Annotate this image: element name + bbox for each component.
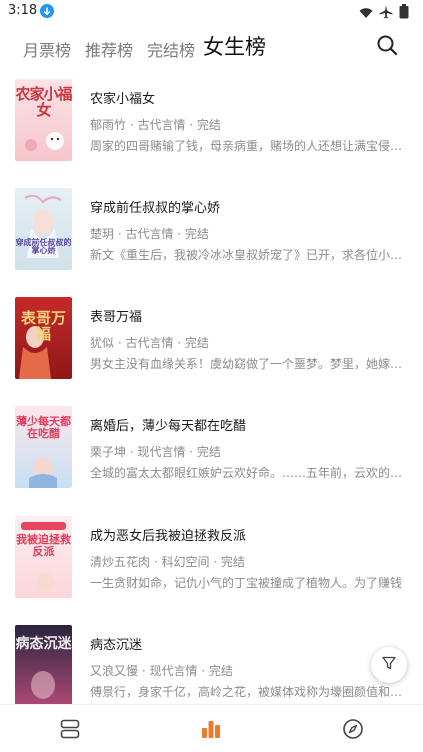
filter-icon — [381, 655, 397, 675]
status-icons — [359, 4, 409, 23]
compass-icon[interactable] — [341, 717, 365, 741]
book-title: 表哥万福 — [90, 310, 143, 325]
book-title: 病态沉迷 — [90, 638, 143, 653]
book-item[interactable]: 病态沉迷 病态沉迷 又浪又慢 · 现代言情 · 完结 傅景行，身家千亿，高岭之花… — [0, 625, 423, 709]
book-title: 离婚后，薄少每天都在吃醋 — [90, 419, 247, 434]
book-cover: 我被迫拯救反派 — [15, 516, 72, 598]
cover-text: 农家小福女 — [15, 85, 72, 119]
cover-text: 薄少每天都在吃醋 — [16, 415, 71, 440]
book-item[interactable]: 我被迫拯救反派 成为恶女后我被迫拯救反派 清炒五花肉 · 科幻空间 · 完结 一… — [0, 516, 423, 600]
book-item[interactable]: 表哥万福 表哥万福 犹似 · 古代言情 · 完结 男女主没有血缘关系！虞幼窈做了… — [0, 297, 423, 381]
battery-icon — [399, 4, 409, 23]
filter-button[interactable] — [371, 647, 407, 683]
book-title: 成为恶女后我被迫拯救反派 — [90, 529, 247, 544]
cover-text: 穿成前任叔叔的掌心娇 — [15, 237, 72, 256]
book-description: 新文《重生后，我被冷冰冰皇叔娇宠了》已开，求各位小可爱收藏 — [90, 248, 408, 262]
tab-monthly-ticket[interactable]: 月票榜 — [23, 37, 71, 61]
tab-female[interactable]: 女生榜 — [203, 31, 266, 61]
bottom-nav — [0, 704, 423, 752]
book-meta: 郁雨竹 · 古代言情 · 完结 — [90, 118, 221, 132]
book-meta: 楚玥 · 古代言情 · 完结 — [90, 227, 209, 241]
cover-text: 我被迫拯救反派 — [16, 533, 71, 558]
ranking-tabs: 月票榜 推荐榜 完结榜 女生榜 — [0, 30, 423, 64]
book-item[interactable]: 穿成前任叔叔的掌心娇 穿成前任叔叔的掌心娇 楚玥 · 古代言情 · 完结 新文《… — [0, 188, 423, 272]
tab-completed[interactable]: 完结榜 — [147, 37, 195, 61]
airplane-icon — [379, 4, 393, 23]
book-meta: 犹似 · 古代言情 · 完结 — [90, 336, 209, 350]
ranking-icon[interactable] — [199, 717, 223, 741]
download-icon — [40, 4, 54, 18]
book-description: 傅景行，身家千亿，高岭之花，被媒体戏称为壕圈颜值和人品 — [90, 685, 408, 699]
status-time: 3:18 — [8, 3, 38, 18]
cover-text: 病态沉迷 — [15, 636, 72, 652]
book-cover: 薄少每天都在吃醋 — [15, 406, 72, 488]
book-cover: 病态沉迷 — [15, 625, 72, 707]
book-cover: 农家小福女 — [15, 79, 72, 161]
book-item[interactable]: 农家小福女 农家小福女 郁雨竹 · 古代言情 · 完结 周家的四哥赌输了钱，母亲… — [0, 79, 423, 163]
book-description: 一生贪财如命，记仇小气的丁宝被撞成了植物人。为了赚钱 — [90, 576, 403, 590]
book-cover: 穿成前任叔叔的掌心娇 — [15, 188, 72, 270]
search-icon[interactable] — [375, 33, 399, 57]
book-cover: 表哥万福 — [15, 297, 72, 379]
book-description: 周家的四哥赌输了钱，母亲病重，赌场的人还想让满宝侵占家产，偏偏她什么都没有，但是… — [90, 139, 408, 153]
book-title: 穿成前任叔叔的掌心娇 — [90, 201, 221, 216]
bookshelf-icon[interactable] — [58, 717, 82, 741]
book-item[interactable]: 薄少每天都在吃醋 离婚后，薄少每天都在吃醋 栗子坤 · 现代言情 · 完结 全城… — [0, 406, 423, 490]
book-description: 男女主没有血缘关系！虞幼窈做了一个噩梦。梦里，她嫁给了表哥 — [90, 357, 408, 371]
book-title: 农家小福女 — [90, 92, 156, 107]
book-meta: 清炒五花肉 · 科幻空间 · 完结 — [90, 555, 245, 569]
cover-text: 表哥万福 — [20, 309, 66, 343]
book-meta: 栗子坤 · 现代言情 · 完结 — [90, 445, 221, 459]
book-description: 全城的富太太都眼红嫉妒云欢好命。……五年前，云欢的妹妹 — [90, 466, 408, 480]
wifi-icon — [359, 4, 373, 23]
book-meta: 又浪又慢 · 现代言情 · 完结 — [90, 664, 233, 678]
tab-recommended[interactable]: 推荐榜 — [85, 37, 133, 61]
status-bar: 3:18 — [0, 0, 423, 24]
